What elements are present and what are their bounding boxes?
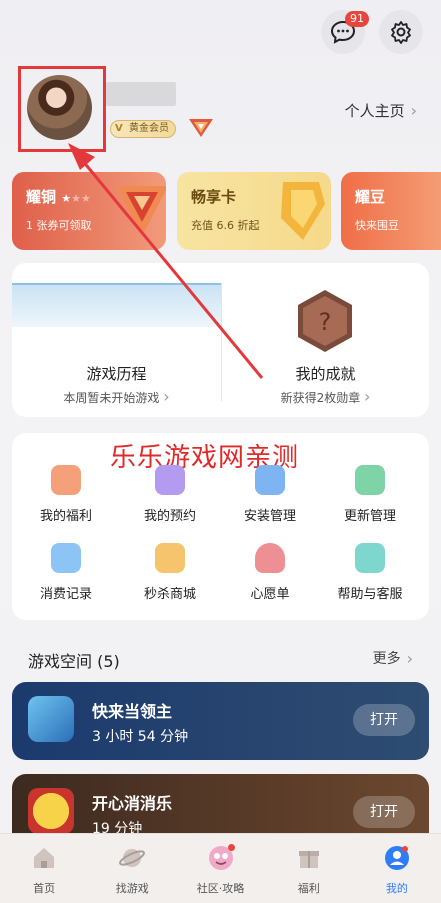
card-title: 耀豆 [355, 188, 386, 206]
flash-bag-icon [155, 543, 185, 573]
level-stars-icon: ★★★ [61, 192, 91, 205]
chevron-right-icon: › [163, 387, 170, 406]
bronze-level-card[interactable]: 耀铜 ★★★ 1 张券可领取 [12, 172, 166, 250]
game-icon-lord [28, 696, 74, 742]
grid-label: 帮助与客服 [337, 587, 403, 602]
game-history-card[interactable]: 游戏历程 本周暂未开始游戏 › [12, 263, 221, 417]
svg-text:?: ? [319, 308, 332, 336]
card-title: 耀铜 [26, 188, 57, 206]
game-space-header: 游戏空间 (5) 更多 › [28, 648, 413, 672]
services-grid: 乐乐游戏网亲测 我的福利 我的预约 安装管理 更新管理 消费记录 秒杀商城 心愿… [12, 433, 429, 620]
header-actions: 91 [321, 10, 423, 54]
grid-item-help-support[interactable]: 帮助与客服 [320, 543, 420, 602]
message-count-badge: 91 [345, 11, 369, 27]
nav-label: 社区·攻略 [196, 882, 245, 895]
achievement-subtitle-row: 新获得2枚勋章 › [222, 387, 429, 406]
profile-icon [384, 846, 409, 870]
home-icon [34, 848, 55, 868]
grid-label: 秒杀商城 [143, 587, 196, 602]
card-subtitle: 快来围豆 [355, 219, 399, 232]
gift-icon [51, 465, 81, 495]
gift-box-icon [298, 851, 319, 868]
support-icon [355, 543, 385, 573]
nav-community[interactable]: 社区·攻略 [176, 834, 264, 903]
grid-label: 我的福利 [39, 509, 92, 524]
grid-item-wishlist[interactable]: 心愿单 [220, 543, 320, 602]
nav-label: 福利 [297, 882, 320, 895]
chevron-right-icon: › [410, 101, 417, 120]
game-card[interactable]: 快来当领主 3 小时 54 分钟 打开 [12, 682, 429, 760]
history-subtitle-row: 本周暂未开始游戏 › [12, 387, 221, 406]
nav-profile[interactable]: 我的 [353, 834, 441, 903]
game-name: 快来当领主 [92, 702, 173, 721]
rank-emblem-icon[interactable] [188, 116, 214, 140]
nav-home[interactable]: 首页 [0, 834, 88, 903]
achievement-title: 我的成就 [295, 365, 356, 383]
grid-label: 安装管理 [243, 509, 296, 524]
settings-button[interactable] [379, 10, 423, 54]
medal-hexagon-icon: ? [298, 290, 352, 352]
history-achievement-panel: 游戏历程 本周暂未开始游戏 › ? 我的成就 新获得2枚勋章 › [12, 263, 429, 417]
grid-label: 更新管理 [343, 509, 396, 524]
bronze-shield-icon [116, 186, 166, 236]
gear-icon [391, 21, 411, 44]
game-space-title: 游戏空间 (5) [28, 652, 120, 671]
gold-member-badge[interactable]: 黄金会员 [110, 120, 176, 138]
game-name: 开心消消乐 [92, 794, 173, 813]
open-game-button[interactable]: 打开 [353, 796, 415, 828]
achievement-card[interactable]: ? 我的成就 新获得2枚勋章 › [222, 263, 429, 417]
profile-header: 黄金会员 个人主页 › [18, 66, 423, 152]
grid-item-my-reservations[interactable]: 我的预约 [120, 465, 220, 524]
grid-item-my-benefits[interactable]: 我的福利 [16, 465, 116, 524]
ticket-icon [281, 182, 325, 240]
nav-label: 找游戏 [115, 882, 149, 895]
grid-item-update-manager[interactable]: 更新管理 [320, 465, 420, 524]
download-icon [255, 465, 285, 495]
grid-item-spending-records[interactable]: 消费记录 [16, 543, 116, 602]
more-label: 更多 [372, 651, 401, 667]
nav-label: 我的 [385, 882, 408, 895]
game-playtime: 3 小时 54 分钟 [92, 729, 189, 745]
heart-icon [255, 543, 285, 573]
nav-label: 首页 [33, 882, 56, 895]
grid-item-flash-mall[interactable]: 秒杀商城 [120, 543, 220, 602]
notification-dot [227, 844, 235, 851]
game-icon-happy-match [28, 788, 74, 834]
homepage-label: 个人主页 [344, 102, 405, 120]
personal-homepage-link[interactable]: 个人主页 › [345, 100, 417, 121]
promo-cards: 耀铜 ★★★ 1 张券可领取 畅享卡 充值 6.6 折起 耀豆 快来围豆 [12, 172, 441, 250]
grid-label: 心愿单 [250, 587, 290, 602]
calendar-icon [155, 465, 185, 495]
bottom-nav: 首页 找游戏 社区·攻略 福利 我的 [0, 833, 441, 903]
planet-icon [119, 849, 146, 867]
chevron-right-icon: › [364, 387, 371, 406]
avatar[interactable] [27, 75, 92, 140]
more-link[interactable]: 更多 › [373, 648, 413, 668]
glory-beans-card[interactable]: 耀豆 快来围豆 [341, 172, 441, 250]
grid-item-install-manager[interactable]: 安装管理 [220, 465, 320, 524]
messages-button[interactable]: 91 [321, 10, 369, 54]
chevron-right-icon: › [406, 648, 413, 668]
wallet-icon [51, 543, 81, 573]
history-progress-bar [12, 283, 221, 327]
history-subtitle: 本周暂未开始游戏 [63, 391, 160, 405]
grid-label: 我的预约 [143, 509, 196, 524]
username-blurred [106, 82, 176, 106]
grid-label: 消费记录 [39, 587, 92, 602]
open-game-button[interactable]: 打开 [353, 704, 415, 736]
nav-find-games[interactable]: 找游戏 [88, 834, 176, 903]
enjoy-card[interactable]: 畅享卡 充值 6.6 折起 [177, 172, 331, 250]
history-title: 游戏历程 [86, 365, 147, 383]
achievement-subtitle: 新获得2枚勋章 [280, 391, 361, 405]
update-icon [355, 465, 385, 495]
nav-benefits[interactable]: 福利 [265, 834, 353, 903]
